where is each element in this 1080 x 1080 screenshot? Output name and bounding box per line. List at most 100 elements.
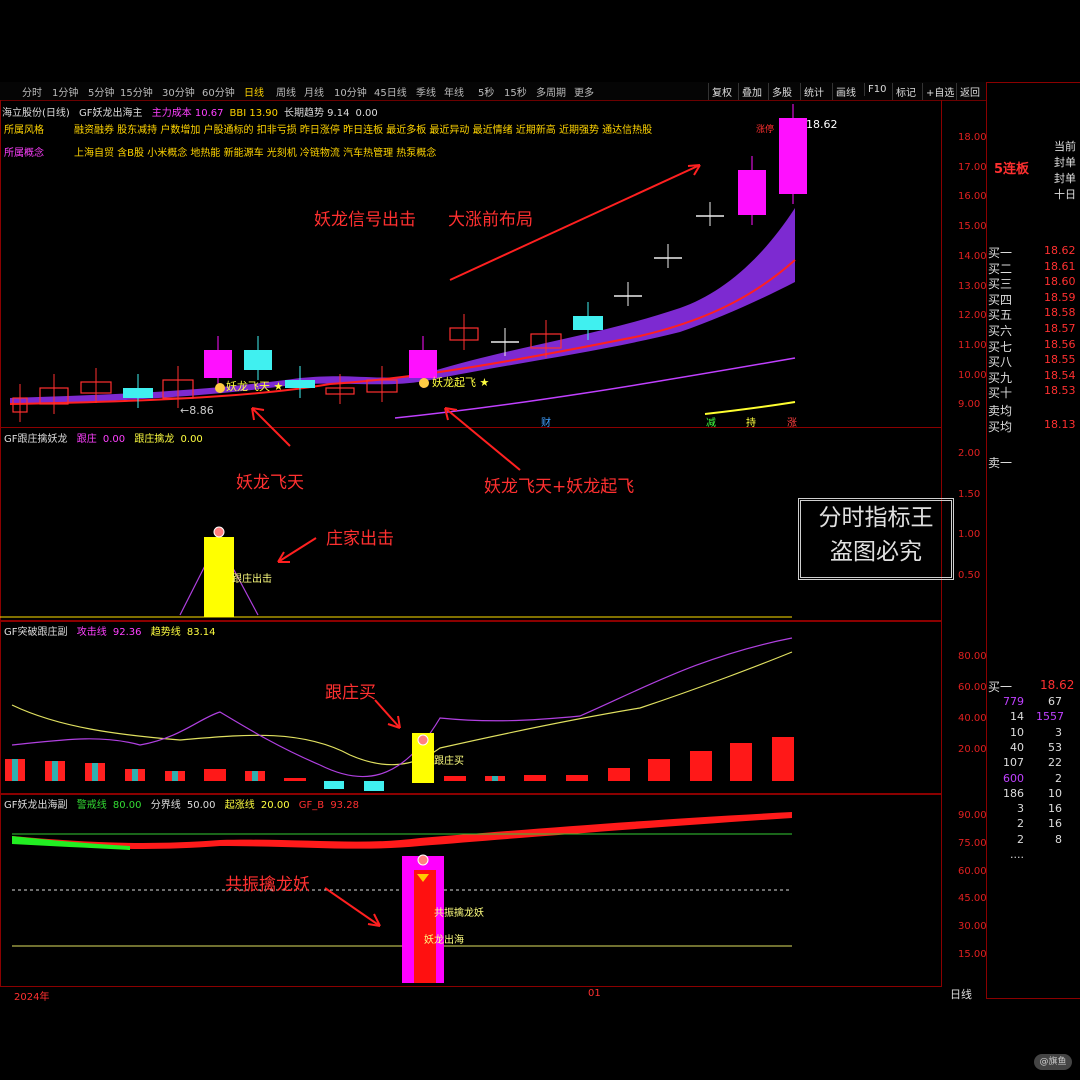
p1-tick-5: 13.00 <box>958 280 987 292</box>
high-price-label: 18.62 <box>806 118 838 131</box>
p2-tick-1: 1.50 <box>958 488 981 500</box>
queue-b-9: 8 <box>1055 832 1062 846</box>
p1-tick-6: 12.00 <box>958 310 987 322</box>
arrow-5 <box>324 887 381 927</box>
buy-level-price-6: 18.56 <box>1044 337 1076 351</box>
p2-tick-0: 2.00 <box>958 448 981 459</box>
annotation-7: 共振擒龙妖 <box>225 875 310 895</box>
queue-a-9: 2 <box>1017 832 1024 846</box>
sidebar-info-2: 封单 <box>1054 172 1076 185</box>
arrow-2 <box>444 407 521 471</box>
money-bag-icon <box>215 383 225 393</box>
p3-tick-0: 80.00 <box>958 651 987 662</box>
buy-level-price-8: 18.54 <box>1044 368 1076 382</box>
p3-bar-16 <box>648 759 670 781</box>
buy-level-price-3: 18.59 <box>1044 290 1076 304</box>
p3-header: GF突破跟庄副 攻击线 92.36 趋势线 83.14 <box>4 627 216 638</box>
p4-name[interactable]: GF妖龙出海副 <box>4 800 68 811</box>
buy-avg-price: 18.13 <box>1044 418 1076 431</box>
p1-tick-8: 10.00 <box>958 369 987 381</box>
watermark-line-1: 分时指标王 <box>818 505 934 531</box>
p2-signal-label: 跟庄出击 <box>232 574 272 585</box>
p4-signal-dot <box>417 854 429 866</box>
corner-logo: @旗鱼 <box>1034 1054 1072 1070</box>
annotation-3: 妖龙飞天 <box>236 473 304 493</box>
annotation-1: 妖龙信号出击 <box>314 210 416 230</box>
p3-bar-14 <box>566 775 588 781</box>
queue-b-5: 2 <box>1055 771 1062 785</box>
event-tag-1: 减 <box>706 418 716 429</box>
queue-b-2: 3 <box>1055 725 1062 739</box>
watermark-stamp: 分时指标王 盗图必究 <box>798 498 954 580</box>
p3-bar-11 <box>444 776 466 781</box>
low-price-label: ←8.86 <box>180 404 214 417</box>
p3-bar-17 <box>690 751 712 781</box>
buy-level-label-7: 买八 <box>988 355 1013 370</box>
event-tag-0: 财 <box>541 418 551 429</box>
p1-tick-4: 14.00 <box>958 250 987 262</box>
queue-a-6: 186 <box>1003 786 1024 800</box>
p1-tick-0: 18.00 <box>958 132 987 143</box>
queue-a-2: 10 <box>1010 725 1024 739</box>
p3-trend-line <box>11 651 793 766</box>
p2-header: GF跟庄擒妖龙 跟庄 0.00 跟庄擒龙 0.00 <box>4 434 203 445</box>
candle-6 <box>244 350 272 370</box>
p1-tick-7: 11.00 <box>958 339 987 351</box>
p4-tick-1: 75.00 <box>958 837 987 849</box>
p3-name[interactable]: GF突破跟庄副 <box>4 627 68 638</box>
p2-signal-bar <box>204 537 234 617</box>
p2-name[interactable]: GF跟庄擒妖龙 <box>4 434 68 445</box>
buy-level-price-7: 18.55 <box>1044 353 1076 367</box>
x-axis-year: 2024年 <box>14 992 50 1003</box>
queue-a-7: 3 <box>1017 802 1024 816</box>
candle-3 <box>123 388 153 398</box>
sidebar-info-1: 封单 <box>1054 156 1076 169</box>
buy-level-price-5: 18.57 <box>1044 322 1076 335</box>
p3-bar-5 <box>204 769 226 781</box>
p4-signal-label-1: 共振擒龙妖 <box>434 908 484 919</box>
p3-signal-dot <box>417 734 429 746</box>
queue-b-6: 10 <box>1048 786 1062 800</box>
x-axis-month: 01 <box>588 988 601 999</box>
p3-bar-18 <box>730 743 752 781</box>
queue-b-7: 16 <box>1048 802 1062 816</box>
buy-level-label-1: 买二 <box>988 261 1013 276</box>
p3-attack-line <box>11 637 793 778</box>
arrow-3 <box>277 537 317 563</box>
buy-level-label-2: 买三 <box>988 277 1013 292</box>
candle-14 <box>573 316 603 330</box>
p4-signal-label-2: 妖龙出海 <box>424 935 464 946</box>
buy-one-label-2: 买一 <box>988 680 1013 694</box>
queue-b-1: 1557 <box>1036 710 1064 724</box>
p4-tick-5: 15.00 <box>958 949 987 960</box>
event-tag-3: 涨 <box>787 418 797 429</box>
sell-avg-label: 卖均 <box>988 404 1013 418</box>
tag-yaolong-feitian: 妖龙飞天 ★ <box>226 380 284 393</box>
p2-tick-2: 1.00 <box>958 529 981 541</box>
p1-tick-2: 16.00 <box>958 191 987 203</box>
sidebar-frame <box>986 82 1080 999</box>
p3-bar-19 <box>772 737 794 781</box>
buy-level-label-8: 买九 <box>988 370 1013 385</box>
queue-a-10: .... <box>1010 848 1024 861</box>
queue-a-0: 779 <box>1003 695 1024 708</box>
queue-a-3: 40 <box>1010 740 1024 754</box>
money-bag-icon-2 <box>419 378 429 388</box>
p1-tick-1: 17.00 <box>958 161 987 173</box>
p3-bar-9 <box>364 781 384 791</box>
period-label[interactable]: 日线 <box>950 986 972 1002</box>
arrow-1 <box>251 407 291 447</box>
buy-level-label-5: 买六 <box>988 324 1013 338</box>
p1-tick-9: 9.00 <box>958 399 981 411</box>
buy-level-price-1: 18.61 <box>1044 259 1076 273</box>
event-tag-2: 持 <box>746 418 756 429</box>
limit-up-tag: 涨停 <box>756 125 775 135</box>
p4-tick-2: 60.00 <box>958 865 987 877</box>
p4-tick-3: 45.00 <box>958 893 987 905</box>
queue-b-0: 67 <box>1048 695 1062 708</box>
watermark-line-2: 盗图必究 <box>830 539 922 565</box>
queue-b-8: 16 <box>1048 817 1062 831</box>
p3-bar-8 <box>324 781 344 789</box>
p2-signal-dot <box>213 526 225 538</box>
tag-yaolong-qifei: 妖龙起飞 ★ <box>432 376 490 389</box>
